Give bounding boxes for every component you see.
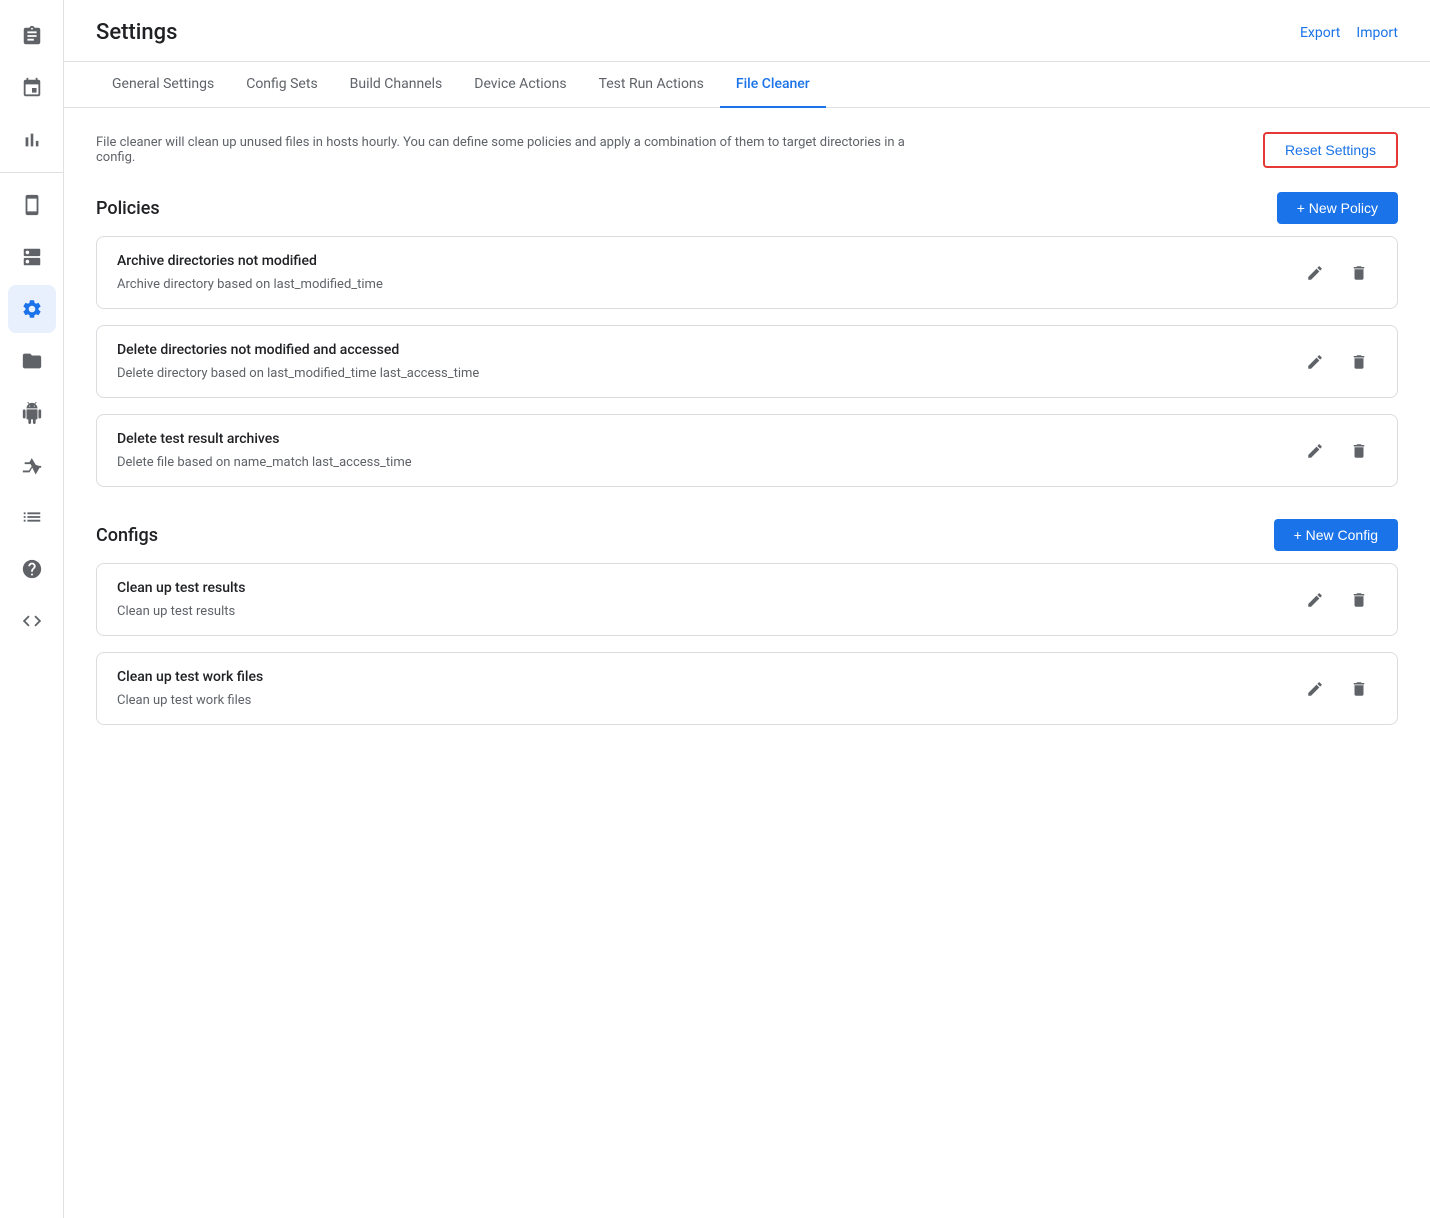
policy-card-actions-0 [1297, 253, 1377, 291]
config-card-1: Clean up test work files Clean up test w… [96, 652, 1398, 725]
import-link[interactable]: Import [1356, 25, 1398, 41]
policy-card-2: Delete test result archives Delete file … [96, 414, 1398, 487]
sidebar-item-chart[interactable] [8, 116, 56, 164]
config-edit-button-1[interactable] [1297, 671, 1333, 707]
policy-edit-button-2[interactable] [1297, 433, 1333, 469]
sidebar-item-settings[interactable] [8, 285, 56, 333]
policy-card-subtitle-0: Archive directory based on last_modified… [117, 277, 1297, 292]
policy-card-content-2: Delete test result archives Delete file … [97, 415, 1397, 486]
policy-edit-button-0[interactable] [1297, 255, 1333, 291]
policy-delete-button-1[interactable] [1341, 344, 1377, 380]
configs-section: Configs + New Config Clean up test resul… [96, 519, 1398, 725]
sidebar-item-servers[interactable] [8, 233, 56, 281]
policy-card-text-0: Archive directories not modified Archive… [117, 253, 1297, 292]
tab-device-actions[interactable]: Device Actions [458, 62, 582, 108]
sidebar-item-folder[interactable] [8, 337, 56, 385]
policy-card-actions-1 [1297, 342, 1377, 380]
config-card-title-1: Clean up test work files [117, 669, 1297, 685]
config-card-text-0: Clean up test results Clean up test resu… [117, 580, 1297, 619]
config-card-title-0: Clean up test results [117, 580, 1297, 596]
main-content: Settings Export Import General Settings … [64, 0, 1430, 1218]
sidebar-item-list[interactable] [8, 493, 56, 541]
content-area: File cleaner will clean up unused files … [64, 108, 1430, 1218]
sidebar-item-help[interactable] [8, 545, 56, 593]
tab-config-sets[interactable]: Config Sets [230, 62, 333, 108]
export-link[interactable]: Export [1300, 25, 1340, 41]
policy-card-actions-2 [1297, 431, 1377, 469]
config-card-actions-0 [1297, 580, 1377, 618]
policy-delete-button-0[interactable] [1341, 255, 1377, 291]
policy-card-subtitle-2: Delete file based on name_match last_acc… [117, 455, 1297, 470]
config-delete-button-0[interactable] [1341, 582, 1377, 618]
config-card-subtitle-1: Clean up test work files [117, 693, 1297, 708]
sidebar-divider [0, 172, 63, 173]
header-actions: Export Import [1300, 25, 1398, 41]
sidebar-item-device[interactable] [8, 181, 56, 229]
config-card-subtitle-0: Clean up test results [117, 604, 1297, 619]
tab-file-cleaner[interactable]: File Cleaner [720, 62, 826, 108]
tab-bar: General Settings Config Sets Build Chann… [64, 62, 1430, 108]
configs-title: Configs [96, 525, 158, 546]
policy-card-subtitle-1: Delete directory based on last_modified_… [117, 366, 1297, 381]
configs-section-header: Configs + New Config [96, 519, 1398, 551]
policy-delete-button-2[interactable] [1341, 433, 1377, 469]
sidebar-item-clipboard[interactable] [8, 12, 56, 60]
policy-card-text-2: Delete test result archives Delete file … [117, 431, 1297, 470]
policies-section: Policies + New Policy Archive directorie… [96, 192, 1398, 487]
sidebar-item-pulse[interactable] [8, 441, 56, 489]
config-card-text-1: Clean up test work files Clean up test w… [117, 669, 1297, 708]
description-bar: File cleaner will clean up unused files … [96, 132, 1398, 168]
policy-card-title-2: Delete test result archives [117, 431, 1297, 447]
page-title: Settings [96, 20, 177, 45]
config-card-content-1: Clean up test work files Clean up test w… [97, 653, 1397, 724]
policy-card-text-1: Delete directories not modified and acce… [117, 342, 1297, 381]
page-header: Settings Export Import [64, 0, 1430, 62]
sidebar-item-android[interactable] [8, 389, 56, 437]
sidebar-item-code[interactable] [8, 597, 56, 645]
policies-section-header: Policies + New Policy [96, 192, 1398, 224]
policy-card-title-0: Archive directories not modified [117, 253, 1297, 269]
policy-card-0: Archive directories not modified Archive… [96, 236, 1398, 309]
tab-build-channels[interactable]: Build Channels [334, 62, 459, 108]
config-card-actions-1 [1297, 669, 1377, 707]
config-card-0: Clean up test results Clean up test resu… [96, 563, 1398, 636]
sidebar-item-calendar[interactable] [8, 64, 56, 112]
config-delete-button-1[interactable] [1341, 671, 1377, 707]
reset-settings-button[interactable]: Reset Settings [1263, 132, 1398, 168]
tab-general-settings[interactable]: General Settings [96, 62, 230, 108]
policy-card-content-1: Delete directories not modified and acce… [97, 326, 1397, 397]
config-edit-button-0[interactable] [1297, 582, 1333, 618]
sidebar [0, 0, 64, 1218]
config-card-content-0: Clean up test results Clean up test resu… [97, 564, 1397, 635]
policy-edit-button-1[interactable] [1297, 344, 1333, 380]
new-config-button[interactable]: + New Config [1274, 519, 1398, 551]
policy-card-title-1: Delete directories not modified and acce… [117, 342, 1297, 358]
description-text: File cleaner will clean up unused files … [96, 135, 916, 165]
policies-title: Policies [96, 198, 160, 219]
new-policy-button[interactable]: + New Policy [1277, 192, 1398, 224]
policy-card-content-0: Archive directories not modified Archive… [97, 237, 1397, 308]
tab-test-run-actions[interactable]: Test Run Actions [583, 62, 720, 108]
policy-card-1: Delete directories not modified and acce… [96, 325, 1398, 398]
